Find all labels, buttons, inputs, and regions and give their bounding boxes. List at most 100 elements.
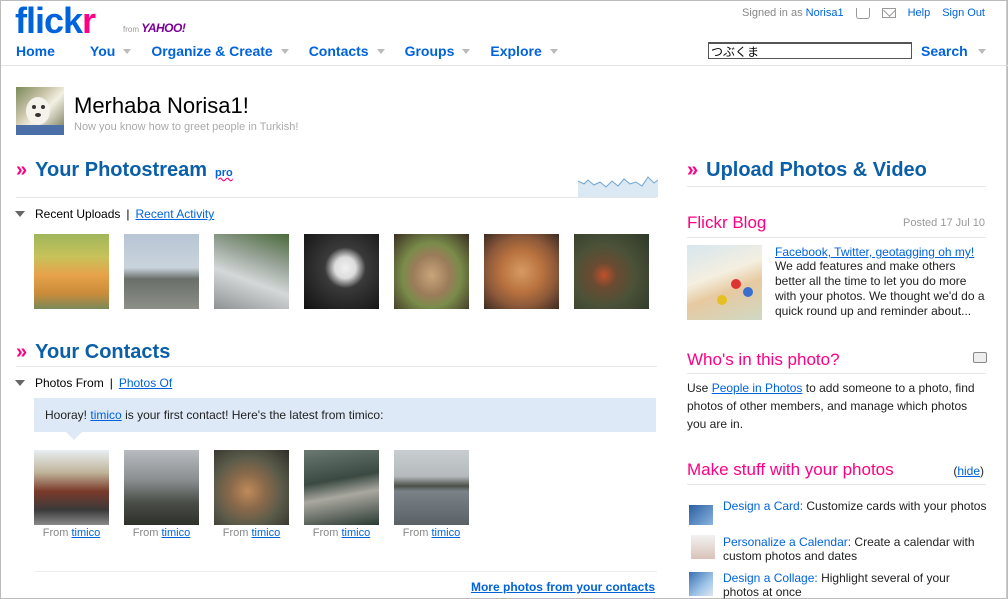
photo-from-caption: From timico	[214, 527, 289, 539]
search-button-label: Search	[921, 43, 968, 59]
photo-from-caption: From timico	[304, 527, 379, 539]
search-input[interactable]	[708, 42, 912, 59]
contact-photo-pier[interactable]	[304, 450, 379, 525]
logo-text-r: r	[82, 0, 96, 41]
tab-photos-from[interactable]: Photos From	[35, 376, 104, 390]
flickr-logo[interactable]: flickr	[15, 0, 96, 41]
chevron-down-icon[interactable]	[549, 48, 558, 54]
photo-thumbnail-bread[interactable]	[34, 234, 109, 309]
collage-icon[interactable]	[689, 572, 713, 596]
nav-home[interactable]: Home	[16, 43, 55, 59]
avatar[interactable]	[16, 87, 64, 135]
map-pin-icon	[731, 279, 741, 289]
card-icon[interactable]	[689, 505, 713, 525]
chevron-down-icon[interactable]	[376, 48, 385, 54]
yahoo-text: YAHOO!	[141, 21, 186, 35]
logo-text-flick: flick	[15, 0, 83, 41]
signed-in-text: Signed in as Norisa1	[742, 7, 844, 19]
chevron-down-icon[interactable]	[123, 48, 132, 54]
from-user-link[interactable]: timico	[72, 527, 101, 539]
nav-explore-label: Explore	[490, 43, 542, 59]
nav-contacts[interactable]: Contacts	[309, 43, 385, 59]
upload-heading[interactable]: » Upload Photos & Video	[687, 159, 927, 182]
contact-photo-harbor[interactable]	[394, 450, 469, 525]
contact-photo-boats[interactable]	[124, 450, 199, 525]
activity-sparkline[interactable]	[578, 171, 658, 197]
chevron-down-icon[interactable]	[977, 48, 986, 54]
photo-thumbnail-street[interactable]	[124, 234, 199, 309]
search-button[interactable]: Search	[921, 43, 986, 59]
tab-recent-uploads[interactable]: Recent Uploads	[35, 207, 120, 221]
photo-from-caption: From timico	[124, 527, 199, 539]
blog-map-image[interactable]	[687, 245, 762, 320]
people-in-photos-link[interactable]: People in Photos	[712, 381, 803, 395]
tab-recent-activity[interactable]: Recent Activity	[136, 207, 215, 221]
from-label: From	[132, 527, 159, 539]
contacts-heading[interactable]: » Your Contacts	[16, 341, 170, 364]
chevron-down-icon[interactable]	[280, 48, 289, 54]
header-divider	[1, 65, 1008, 66]
from-user-link[interactable]: timico	[432, 527, 461, 539]
blog-posted-date: Posted 17 Jul 10	[903, 217, 985, 229]
section-divider	[16, 197, 657, 198]
nav-you[interactable]: You	[89, 43, 132, 59]
contact-link[interactable]: timico	[90, 408, 121, 422]
first-contact-notice: Hooray! timico is your first contact! He…	[34, 398, 656, 440]
raquo-icon: »	[16, 341, 28, 363]
nav-organize-label: Organize & Create	[151, 43, 273, 59]
hide-toggle: (hide)	[953, 464, 984, 478]
personalize-calendar-link[interactable]: Personalize a Calendar:	[723, 535, 851, 549]
greeting-subtitle: Now you know how to greet people in Turk…	[74, 121, 299, 133]
blog-post-link[interactable]: Facebook, Twitter, geotagging oh my!	[775, 245, 974, 259]
tab-separator: |	[109, 376, 113, 390]
from-label: From	[402, 527, 429, 539]
from-text: from	[123, 25, 139, 34]
from-user-link[interactable]: timico	[252, 527, 281, 539]
nav-organize[interactable]: Organize & Create	[151, 43, 289, 59]
cart-icon[interactable]	[855, 7, 870, 19]
tab-photos-of[interactable]: Photos Of	[119, 376, 172, 390]
blog-title[interactable]: Flickr Blog	[687, 213, 766, 233]
design-collage-link[interactable]: Design a Collage:	[723, 571, 818, 585]
calendar-icon[interactable]	[691, 535, 715, 559]
map-pin-icon	[743, 287, 753, 297]
nav-you-label: You	[89, 43, 116, 59]
nav-explore[interactable]: Explore	[490, 43, 558, 59]
help-link[interactable]: Help	[908, 7, 931, 19]
contact-photo-fish[interactable]	[214, 450, 289, 525]
photo-thumbnail-sandwich[interactable]	[394, 234, 469, 309]
mail-icon[interactable]	[881, 8, 896, 18]
photostream-title: Your Photostream	[35, 159, 207, 181]
section-divider	[687, 373, 986, 374]
chevron-down-icon[interactable]	[462, 48, 471, 54]
from-label: From	[42, 527, 69, 539]
nav-contacts-label: Contacts	[308, 43, 369, 59]
raquo-icon: »	[687, 159, 699, 181]
contacts-tabs: Photos From | Photos Of	[15, 376, 172, 390]
speech-bubble-icon[interactable]	[973, 352, 987, 363]
photo-thumbnail-burger[interactable]	[484, 234, 559, 309]
collapse-triangle-icon[interactable]	[15, 211, 25, 217]
design-card-text: Customize cards with your photos	[806, 499, 987, 513]
contact-photo-shop[interactable]	[34, 450, 109, 525]
photo-thumbnail-car[interactable]	[214, 234, 289, 309]
hide-link[interactable]: hide	[957, 464, 980, 478]
design-card-link[interactable]: Design a Card:	[723, 499, 803, 513]
collapse-triangle-icon[interactable]	[15, 380, 25, 386]
sign-out-link[interactable]: Sign Out	[942, 7, 985, 19]
make-item-calendar: Personalize a Calendar: Create a calenda…	[723, 535, 989, 563]
username-link[interactable]: Norisa1	[806, 7, 844, 19]
photo-thumbnail-cable[interactable]	[304, 234, 379, 309]
from-yahoo-logo: from YAHOO!	[123, 21, 186, 35]
avatar-dog-image	[16, 97, 64, 135]
nav-groups[interactable]: Groups	[405, 43, 471, 59]
section-divider	[34, 571, 657, 572]
photo-from-caption: From timico	[394, 527, 469, 539]
from-user-link[interactable]: timico	[162, 527, 191, 539]
photo-thumbnail-pond[interactable]	[574, 234, 649, 309]
from-user-link[interactable]: timico	[342, 527, 371, 539]
section-divider	[687, 484, 986, 485]
photostream-heading[interactable]: » Your Photostream pro	[16, 159, 233, 182]
more-contacts-photos-link[interactable]: More photos from your contacts	[471, 580, 655, 594]
pro-badge[interactable]: pro	[215, 167, 233, 179]
